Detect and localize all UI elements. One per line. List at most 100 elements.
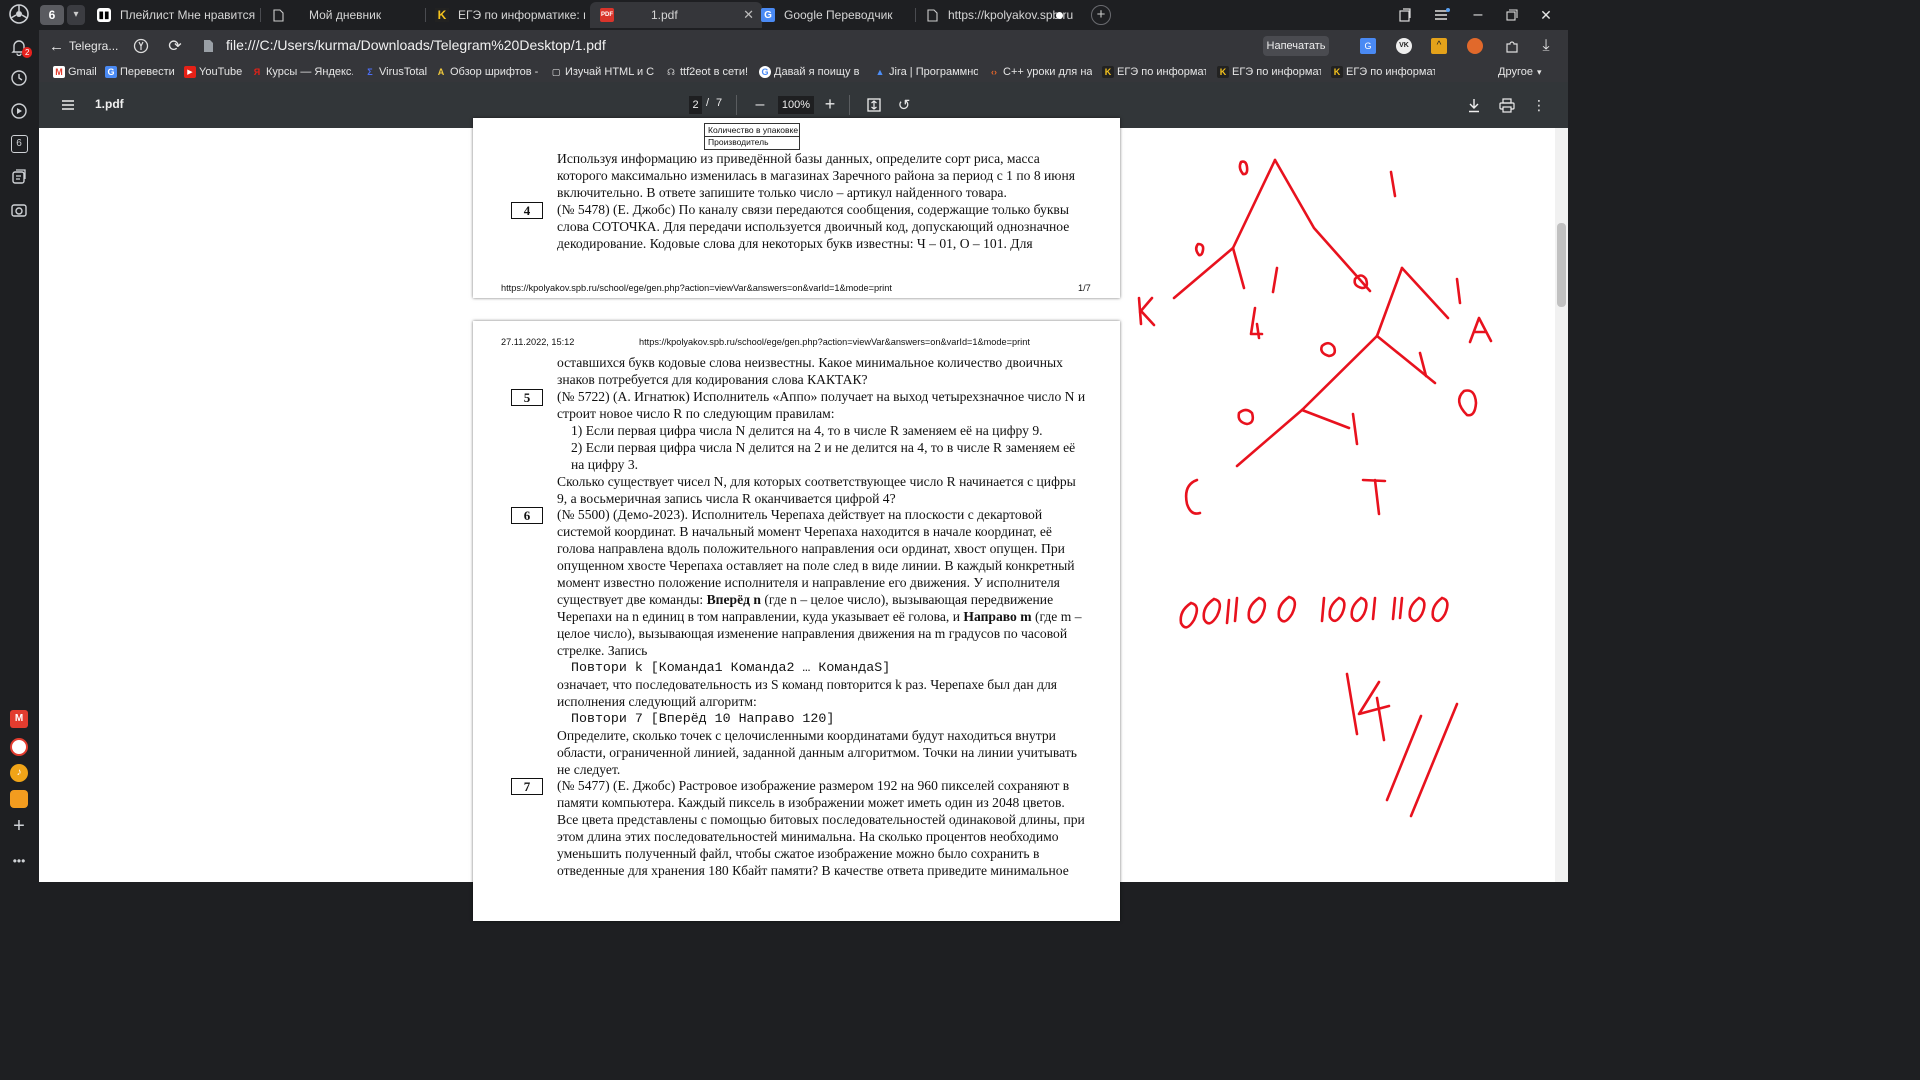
kpolyakov-icon: K bbox=[1331, 66, 1343, 78]
digit-zero bbox=[1320, 341, 1337, 358]
bookmark-youtube[interactable]: ▶ YouTube bbox=[184, 62, 246, 82]
tree-edge bbox=[1172, 246, 1235, 300]
page-number-input[interactable]: 2 bbox=[689, 96, 702, 114]
notifications-badge: 2 bbox=[22, 47, 33, 58]
bookmark-fonts[interactable]: A Обзор шрифтов - bbox=[435, 62, 539, 82]
bookmark-label: Другое bbox=[1498, 66, 1533, 78]
tree-edge bbox=[1375, 266, 1404, 338]
bookmark-virustotal[interactable]: Σ VirusTotal bbox=[364, 62, 429, 82]
zoom-out-icon[interactable]: – bbox=[750, 95, 770, 115]
messenger-app-icon[interactable] bbox=[8, 788, 30, 810]
chevron-down-icon[interactable]: ▾ bbox=[67, 5, 85, 25]
screenshot-camera-icon[interactable] bbox=[8, 199, 30, 221]
pdf-viewer-canvas[interactable]: Количество в упаковке Производитель Испо… bbox=[39, 118, 1555, 921]
digit-one bbox=[1320, 596, 1326, 623]
bookmark-label: Курсы — Яндекс. bbox=[266, 66, 353, 78]
tab-diary[interactable]: Мой дневник bbox=[271, 2, 421, 28]
print-button[interactable]: Напечатать bbox=[1263, 36, 1329, 56]
zoom-in-icon[interactable]: + bbox=[820, 94, 840, 114]
restore-window-icon[interactable] bbox=[1502, 5, 1522, 25]
more-dots-icon[interactable]: ••• bbox=[8, 850, 30, 872]
close-window-icon[interactable]: ✕ bbox=[1536, 5, 1556, 25]
tab-translate[interactable]: G Google Переводчик bbox=[761, 2, 911, 28]
minimize-window-icon[interactable]: – bbox=[1468, 5, 1488, 25]
bookmark-jira[interactable]: ▲ Jira | Программно bbox=[874, 62, 978, 82]
bookmark-label: Давай я поищу в г bbox=[774, 66, 863, 78]
bookmark-html[interactable]: ▢ Изучай HTML и С bbox=[550, 62, 654, 82]
tabs-counter-label: 6 bbox=[10, 135, 28, 153]
digit-zero bbox=[1431, 596, 1449, 623]
tree-edge bbox=[1273, 158, 1372, 293]
bookmark-ttf2eot[interactable]: ☊ ttf2eot в сети! bbox=[665, 62, 753, 82]
back-arrow-icon: ← bbox=[49, 37, 64, 55]
tab-kpolyakov[interactable]: https://kpolyakov.spb.ru bbox=[925, 2, 1075, 28]
collections-icon[interactable] bbox=[8, 166, 30, 188]
notifications-bell-icon[interactable]: 2 bbox=[8, 36, 33, 58]
google-icon: G bbox=[759, 66, 771, 78]
basketball-extension-icon[interactable] bbox=[1465, 36, 1485, 56]
music-app-icon[interactable]: ♪ bbox=[8, 762, 30, 784]
media-play-icon[interactable] bbox=[8, 100, 30, 122]
bookmark-ege-1[interactable]: K ЕГЭ по информат bbox=[1102, 62, 1206, 82]
bookmark-other-folder[interactable]: Другое ▾ bbox=[1498, 62, 1558, 82]
print-icon[interactable] bbox=[1497, 95, 1517, 115]
bookmark-label: C++ уроки для на bbox=[1003, 66, 1092, 78]
pdf-menu-icon[interactable] bbox=[58, 95, 78, 115]
tab-ege[interactable]: K ЕГЭ по информатике: гене bbox=[435, 2, 585, 28]
chevron-down-icon: ▾ bbox=[1536, 66, 1542, 77]
close-tab-icon[interactable]: ✕ bbox=[743, 7, 754, 23]
rotate-icon[interactable]: ↺ bbox=[894, 95, 914, 115]
translate-extension-icon[interactable]: G bbox=[1358, 36, 1378, 56]
back-to-site-button[interactable]: ← Telegra... bbox=[49, 35, 118, 57]
tab-count-button[interactable]: 6 bbox=[40, 5, 64, 25]
menu-hamburger-icon[interactable] bbox=[1432, 5, 1452, 25]
tree-edge bbox=[1400, 266, 1450, 320]
tab-title: 1.pdf bbox=[651, 8, 678, 22]
history-clock-icon[interactable] bbox=[8, 67, 30, 89]
reload-icon[interactable]: ⟳ bbox=[165, 36, 185, 56]
tree-edge bbox=[1300, 334, 1379, 412]
new-tab-plus-icon[interactable]: + bbox=[1091, 5, 1111, 25]
add-app-icon[interactable]: + bbox=[8, 815, 30, 837]
leaf-letter-o bbox=[1457, 389, 1478, 417]
digits-one-one bbox=[1391, 596, 1404, 621]
tab-pdf-active[interactable]: PDF 1.pdf ✕ bbox=[590, 2, 762, 28]
bookmark-gmail[interactable]: M Gmail bbox=[53, 62, 101, 82]
tab-playlist[interactable]: ▮▮ Плейлист Мне нравится - bbox=[97, 2, 257, 28]
tab-strip: 6 ▾ ▮▮ Плейлист Мне нравится - Мой дневн… bbox=[39, 0, 1568, 30]
more-options-icon[interactable]: ⋮ bbox=[1529, 95, 1549, 115]
download-icon[interactable] bbox=[1464, 95, 1484, 115]
digit-zero bbox=[1194, 242, 1205, 257]
tabs-counter-icon[interactable]: 6 bbox=[8, 133, 30, 155]
bookmark-cpp[interactable]: ‹› C++ уроки для на bbox=[988, 62, 1092, 82]
font-converter-icon: ☊ bbox=[667, 66, 675, 77]
viewer-scrollbar[interactable] bbox=[1555, 128, 1568, 882]
url-field[interactable]: file:///C:/Users/kurma/Downloads/Telegra… bbox=[226, 37, 606, 53]
tab-title: Плейлист Мне нравится - bbox=[120, 8, 257, 22]
ad-blocker-extension-icon[interactable]: ^ bbox=[1429, 36, 1449, 56]
scrollbar-thumb[interactable] bbox=[1557, 223, 1566, 307]
bookmark-translate[interactable]: G Перевести bbox=[105, 62, 175, 82]
fit-page-icon[interactable] bbox=[864, 95, 884, 115]
gmail-app-icon[interactable]: M bbox=[8, 708, 30, 730]
browser-sidebar: 2 6 M ♪ + ••• bbox=[0, 0, 39, 882]
bookmark-ege-3[interactable]: K ЕГЭ по информат bbox=[1331, 62, 1435, 82]
tree-edge bbox=[1231, 246, 1246, 290]
bookmark-label: Jira | Программно bbox=[889, 66, 978, 78]
tree-edge bbox=[1231, 158, 1277, 250]
bookmark-tab-icon[interactable] bbox=[1395, 5, 1415, 25]
yandex-logo-icon[interactable] bbox=[8, 3, 30, 25]
digit-zero bbox=[1277, 595, 1297, 623]
vk-extension-icon[interactable]: VK bbox=[1394, 36, 1414, 56]
bookmark-ege-2[interactable]: K ЕГЭ по информат bbox=[1217, 62, 1321, 82]
downloads-icon[interactable]: ⤓ bbox=[1536, 36, 1556, 56]
extensions-puzzle-icon[interactable] bbox=[1502, 36, 1522, 56]
jira-icon: ▲ bbox=[875, 67, 885, 77]
yandex-search-icon[interactable] bbox=[131, 36, 151, 56]
bookmark-label: Изучай HTML и С bbox=[565, 66, 654, 78]
bookmark-courses[interactable]: Я Курсы — Яндекс. bbox=[251, 62, 353, 82]
digit-zero bbox=[1202, 597, 1222, 625]
pinned-app-icon[interactable] bbox=[8, 736, 30, 758]
bookmark-google[interactable]: G Давай я поищу в г bbox=[759, 62, 863, 82]
zoom-input[interactable]: 100% bbox=[778, 96, 814, 114]
